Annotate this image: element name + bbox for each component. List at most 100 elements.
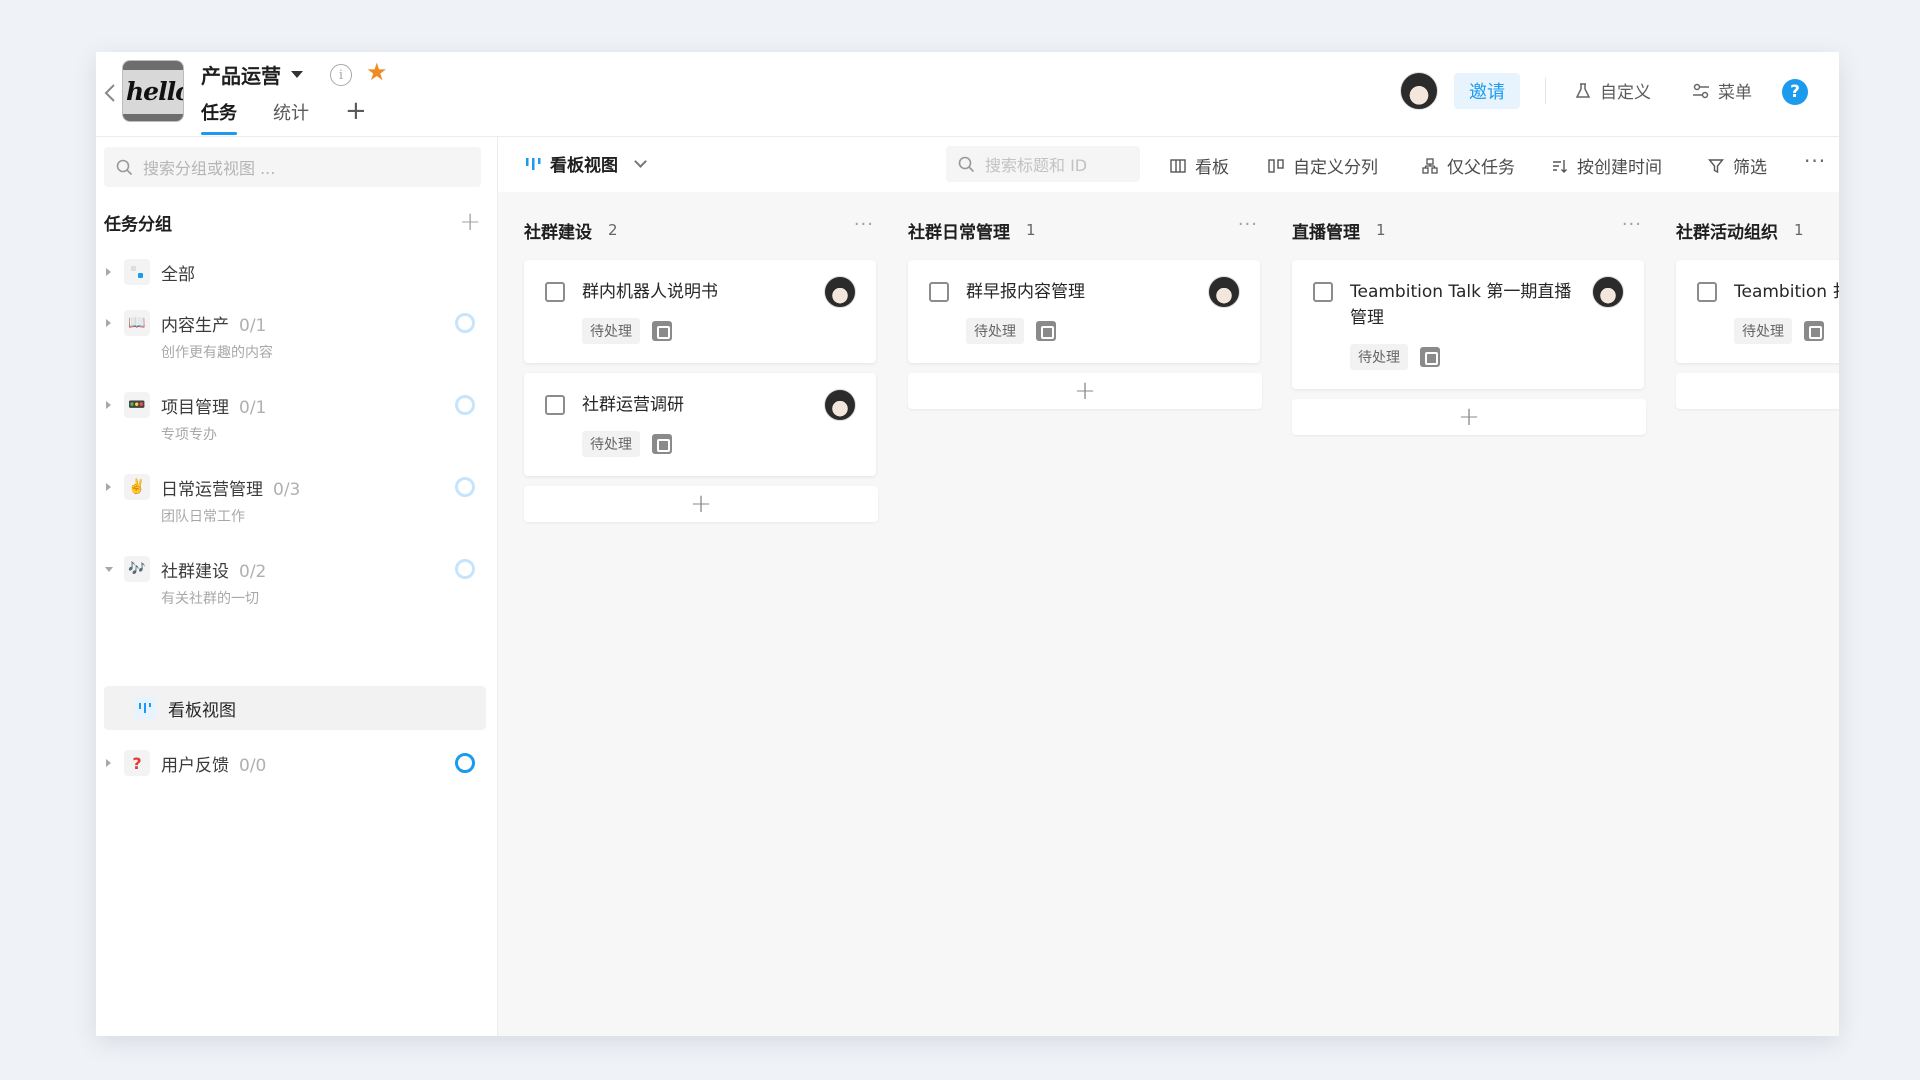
filter-button[interactable]: 筛选 (1708, 153, 1767, 178)
board-icon (1170, 158, 1186, 173)
columns-icon (1268, 158, 1284, 173)
assignee-avatar[interactable] (1592, 276, 1624, 308)
board-column: 直播管理 1 ··· Teambition Talk 第一期直播管理 待处理 + (1292, 192, 1646, 1036)
task-checkbox[interactable] (1697, 282, 1717, 302)
add-task-button[interactable]: + (1292, 399, 1646, 435)
expand-arrow-icon[interactable] (106, 319, 111, 327)
column-header: 直播管理 1 ··· (1292, 214, 1646, 243)
filter-icon (1708, 158, 1724, 173)
assignee-avatar[interactable] (824, 389, 856, 421)
task-card[interactable]: 群早报内容管理 待处理 (908, 260, 1260, 363)
task-checkbox[interactable] (1313, 282, 1333, 302)
group-search-input[interactable]: 搜索分组或视图 ... (104, 147, 481, 187)
task-card[interactable]: 群内机器人说明书 待处理 (524, 260, 876, 363)
task-type-icon (1036, 321, 1056, 341)
column-more-icon[interactable]: ··· (854, 214, 874, 235)
task-card[interactable]: Teambition Talk 第一期直播管理 待处理 (1292, 260, 1644, 389)
sidebar-view-kanban[interactable]: 看板视图 (104, 686, 486, 730)
add-tab-icon[interactable]: + (345, 98, 367, 136)
group-count: 0/2 (239, 561, 267, 582)
group-count: 0/1 (239, 315, 267, 336)
task-card[interactable]: 社群运营调研 待处理 (524, 373, 876, 476)
column-more-icon[interactable]: ··· (1238, 214, 1258, 235)
victory-hand-icon: ✌️ (124, 474, 150, 500)
group-description: 有关社群的一切 (161, 591, 259, 607)
tab-stats[interactable]: 统计 (273, 99, 309, 135)
expand-arrow-icon[interactable] (106, 759, 111, 767)
parent-tasks-only-button[interactable]: 仅父任务 (1422, 153, 1515, 178)
board-column: 社群活动组织 1 Teambition 扌 待处理 (1676, 192, 1839, 1036)
kanban-icon (526, 157, 541, 170)
group-label: 日常运营管理 0/3 (161, 479, 301, 500)
group-label: 社群建设 0/2 (161, 561, 267, 582)
project-title[interactable]: 产品运营 (201, 60, 303, 89)
tab-tasks[interactable]: 任务 (201, 99, 237, 135)
progress-ring-icon (455, 313, 475, 333)
add-task-button[interactable] (1676, 373, 1839, 409)
task-checkbox[interactable] (545, 395, 565, 415)
status-badge[interactable]: 待处理 (966, 318, 1024, 344)
search-icon (958, 156, 975, 172)
project-logo: hello (122, 60, 184, 122)
task-checkbox[interactable] (545, 282, 565, 302)
task-type-icon (1420, 347, 1440, 367)
task-checkbox[interactable] (929, 282, 949, 302)
back-icon[interactable] (100, 78, 120, 108)
task-title: Teambition 扌 (1734, 282, 1839, 302)
board-area: 看板视图 搜索标题和 ID 看板 自定义分列 仅父任务 按创建时间 筛选 ···… (498, 137, 1839, 1036)
status-badge[interactable]: 待处理 (582, 318, 640, 344)
task-card[interactable]: Teambition 扌 待处理 (1676, 260, 1839, 363)
column-count: 2 (608, 221, 618, 239)
music-notes-icon: 🎶 (124, 556, 150, 582)
more-options-icon[interactable]: ··· (1804, 149, 1826, 173)
status-badge[interactable]: 待处理 (582, 431, 640, 457)
expand-arrow-icon[interactable] (106, 401, 111, 409)
column-header: 社群建设 2 ··· (524, 214, 878, 243)
board-mode-button[interactable]: 看板 (1170, 153, 1229, 178)
group-description: 团队日常工作 (161, 509, 245, 525)
task-title: 群内机器人说明书 (582, 282, 718, 302)
add-task-button[interactable]: + (908, 373, 1262, 409)
star-icon[interactable]: ★ (366, 60, 388, 84)
expand-arrow-icon[interactable] (106, 483, 111, 491)
flask-icon (1575, 82, 1591, 98)
column-more-icon[interactable]: ··· (1622, 214, 1642, 235)
collapse-arrow-icon[interactable] (105, 566, 113, 572)
assignee-avatar[interactable] (824, 276, 856, 308)
view-label: 看板视图 (168, 700, 236, 721)
progress-ring-icon (455, 559, 475, 579)
section-title: 任务分组 (104, 214, 172, 235)
board-toolbar: 看板视图 搜索标题和 ID 看板 自定义分列 仅父任务 按创建时间 筛选 ··· (498, 137, 1839, 192)
expand-arrow-icon[interactable] (106, 268, 111, 276)
column-count: 1 (1794, 221, 1804, 239)
status-badge[interactable]: 待处理 (1734, 318, 1792, 344)
add-group-icon[interactable]: + (459, 209, 481, 235)
stack-icon (124, 259, 150, 285)
project-tabs: 任务 统计 + (201, 98, 367, 136)
invite-button[interactable]: 邀请 (1454, 73, 1520, 109)
info-icon[interactable]: i (330, 64, 352, 86)
sort-created-button[interactable]: 按创建时间 (1552, 153, 1662, 178)
column-header: 社群活动组织 1 (1676, 218, 1839, 243)
progress-ring-icon (455, 477, 475, 497)
traffic-light-icon: 🚥 (124, 392, 150, 418)
group-description: 专项专办 (161, 427, 217, 443)
add-task-button[interactable]: + (524, 486, 878, 522)
column-title: 社群日常管理 (908, 222, 1010, 243)
group-count: 0/1 (239, 397, 267, 418)
custom-columns-button[interactable]: 自定义分列 (1268, 153, 1378, 178)
task-meta: 待处理 (966, 318, 1056, 344)
user-avatar[interactable] (1400, 72, 1438, 110)
column-title: 社群活动组织 (1676, 222, 1778, 243)
task-meta: 待处理 (1734, 318, 1824, 344)
assignee-avatar[interactable] (1208, 276, 1240, 308)
view-switcher[interactable]: 看板视图 (524, 151, 647, 176)
help-icon[interactable]: ? (1782, 79, 1808, 105)
question-mark-icon: ? (124, 750, 150, 776)
customize-button[interactable]: 自定义 (1574, 78, 1651, 103)
group-count: 0/3 (273, 479, 301, 500)
task-type-icon (652, 434, 672, 454)
status-badge[interactable]: 待处理 (1350, 344, 1408, 370)
menu-button[interactable]: 菜单 (1692, 78, 1752, 103)
task-search-input[interactable]: 搜索标题和 ID (946, 146, 1140, 182)
